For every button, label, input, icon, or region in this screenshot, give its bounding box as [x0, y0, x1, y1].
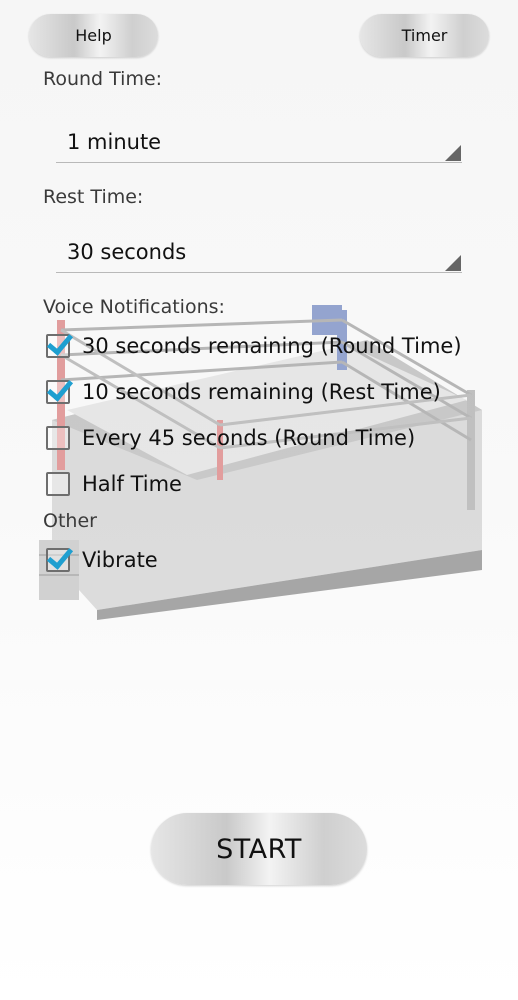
rest-time-value: 30 seconds [67, 240, 187, 264]
dropdown-arrow-icon [445, 255, 461, 271]
checkbox-10-seconds-remaining[interactable]: 10 seconds remaining (Rest Time) [46, 377, 441, 407]
checkbox-box[interactable] [46, 472, 70, 496]
checkbox-vibrate[interactable]: Vibrate [46, 545, 158, 575]
timer-button[interactable]: Timer [360, 14, 489, 57]
round-time-label: Round Time: [43, 68, 163, 90]
other-label: Other [43, 510, 97, 532]
checkbox-box[interactable] [46, 380, 70, 404]
help-button[interactable]: Help [29, 14, 158, 57]
round-time-spinner[interactable]: 1 minute [56, 122, 462, 163]
checkbox-label: Half Time [82, 472, 182, 496]
checkbox-box[interactable] [46, 334, 70, 358]
checkbox-label: Every 45 seconds (Round Time) [82, 426, 416, 450]
rest-time-label: Rest Time: [43, 186, 144, 208]
checkbox-box[interactable] [46, 548, 70, 572]
voice-notifications-label: Voice Notifications: [43, 296, 225, 318]
checkbox-every-45-seconds[interactable]: Every 45 seconds (Round Time) [46, 423, 415, 453]
checkbox-label: 30 seconds remaining (Round Time) [82, 334, 462, 358]
checkbox-label: 10 seconds remaining (Rest Time) [82, 380, 441, 404]
dropdown-arrow-icon [445, 145, 461, 161]
checkbox-label: Vibrate [82, 548, 158, 572]
rest-time-spinner[interactable]: 30 seconds [56, 232, 462, 273]
start-button[interactable]: START [151, 813, 367, 885]
checkbox-half-time[interactable]: Half Time [46, 469, 182, 499]
checkbox-30-seconds-remaining[interactable]: 30 seconds remaining (Round Time) [46, 331, 462, 361]
checkbox-box[interactable] [46, 426, 70, 450]
round-time-value: 1 minute [67, 130, 162, 154]
